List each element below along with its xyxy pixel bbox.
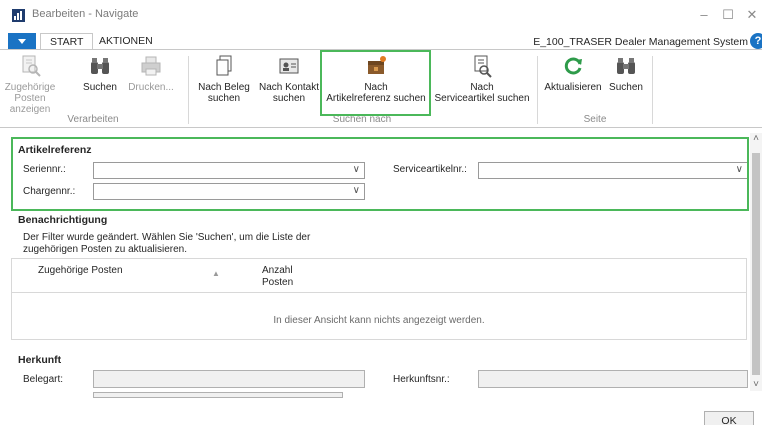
- origin-no-field: [478, 370, 748, 388]
- by-doc-label-1: Nach Beleg: [198, 82, 250, 93]
- notification-message: Der Filter wurde geändert. Wählen Sie 'S…: [23, 232, 311, 255]
- close-icon[interactable]: ✕: [740, 5, 762, 25]
- tab-actions[interactable]: AKTIONEN: [90, 33, 162, 50]
- title-bar: Bearbeiten - Navigate – ☐ ✕: [0, 0, 762, 30]
- search-by-document-button[interactable]: Nach Beleg suchen: [194, 54, 254, 104]
- col-count-line-1: Anzahl: [262, 265, 293, 276]
- doc-type-field: [93, 370, 365, 388]
- group-separator: [537, 56, 538, 124]
- col-related-entries[interactable]: Zugehörige Posten: [38, 265, 123, 277]
- search-button[interactable]: Suchen: [76, 54, 124, 93]
- related-entries-icon: [22, 55, 41, 77]
- related-label-2: Posten anzeigen: [9, 93, 51, 115]
- section-notification-title: Benachrichtigung: [18, 214, 108, 226]
- vertical-scrollbar[interactable]: ˄ ˅: [750, 133, 762, 391]
- app-icon: [12, 9, 25, 22]
- next-readonly-field: [93, 392, 343, 398]
- help-icon[interactable]: ?: [750, 33, 762, 49]
- contact-card-icon: [279, 58, 299, 74]
- binoculars-icon: [91, 58, 109, 74]
- maximize-icon[interactable]: ☐: [716, 5, 740, 25]
- printer-icon: [141, 56, 161, 76]
- ribbon-tabs: START AKTIONEN E_100_TRASER Dealer Manag…: [0, 30, 762, 50]
- print-label: Drucken...: [128, 82, 174, 93]
- binoculars-icon: [617, 58, 635, 74]
- group-separator: [652, 56, 653, 124]
- system-name: E_100_TRASER Dealer Management System: [533, 36, 748, 48]
- highlight-ribbon-button: [320, 50, 431, 116]
- document-icon: [216, 55, 232, 76]
- related-label-1: Zugehörige: [4, 82, 56, 93]
- tab-start[interactable]: START: [40, 33, 94, 50]
- minimize-icon[interactable]: –: [692, 5, 716, 25]
- doc-type-label: Belegart:: [23, 374, 64, 385]
- related-entries-grid[interactable]: Zugehörige Posten ▲ Anzahl Posten In die…: [11, 258, 747, 340]
- highlight-item-reference-section: [11, 137, 749, 211]
- group-separator: [188, 56, 189, 124]
- page-search-button[interactable]: Suchen: [606, 54, 646, 93]
- service-item-icon: [474, 55, 492, 78]
- group-process-label: Verarbeiten: [67, 114, 119, 125]
- by-contact-label-2: suchen: [272, 93, 306, 104]
- show-related-entries-button[interactable]: Zugehörige Posten anzeigen: [0, 54, 60, 115]
- sort-up-icon: ▲: [212, 269, 220, 278]
- by-service-label-2: Serviceartikel suchen: [434, 93, 530, 104]
- search-by-contact-button[interactable]: Nach Kontakt suchen: [256, 54, 322, 104]
- grid-header: Zugehörige Posten ▲ Anzahl Posten: [12, 259, 746, 293]
- search-by-service-item-button[interactable]: Nach Serviceartikel suchen: [432, 54, 532, 104]
- refresh-label: Aktualisieren: [544, 82, 602, 93]
- print-button[interactable]: Drucken...: [126, 54, 176, 93]
- system-name-text: E_100_TRASER Dealer Management System: [533, 36, 748, 48]
- refresh-icon: [564, 57, 582, 75]
- scroll-thumb[interactable]: [752, 153, 760, 375]
- ok-button[interactable]: OK: [704, 411, 754, 425]
- origin-no-label: Herkunftsnr.:: [393, 374, 450, 385]
- col-count[interactable]: Anzahl Posten: [262, 265, 293, 289]
- group-page-label: Seite: [583, 114, 607, 125]
- search-label: Suchen: [83, 82, 117, 93]
- col-count-line-2: Posten: [262, 277, 294, 288]
- section-origin-title: Herkunft: [18, 354, 62, 366]
- by-service-label-1: Nach: [470, 82, 494, 93]
- by-doc-label-2: suchen: [207, 93, 241, 104]
- scroll-up-icon[interactable]: ˄: [750, 133, 762, 144]
- window-title: Bearbeiten - Navigate: [32, 8, 139, 20]
- ribbon-menu-button[interactable]: [8, 33, 36, 50]
- page-search-label: Suchen: [609, 82, 643, 93]
- refresh-button[interactable]: Aktualisieren: [542, 54, 604, 93]
- scroll-down-icon[interactable]: ˅: [750, 379, 762, 390]
- grid-empty-message: In dieser Ansicht kann nichts angezeigt …: [273, 315, 485, 326]
- by-contact-label-1: Nach Kontakt: [258, 82, 320, 93]
